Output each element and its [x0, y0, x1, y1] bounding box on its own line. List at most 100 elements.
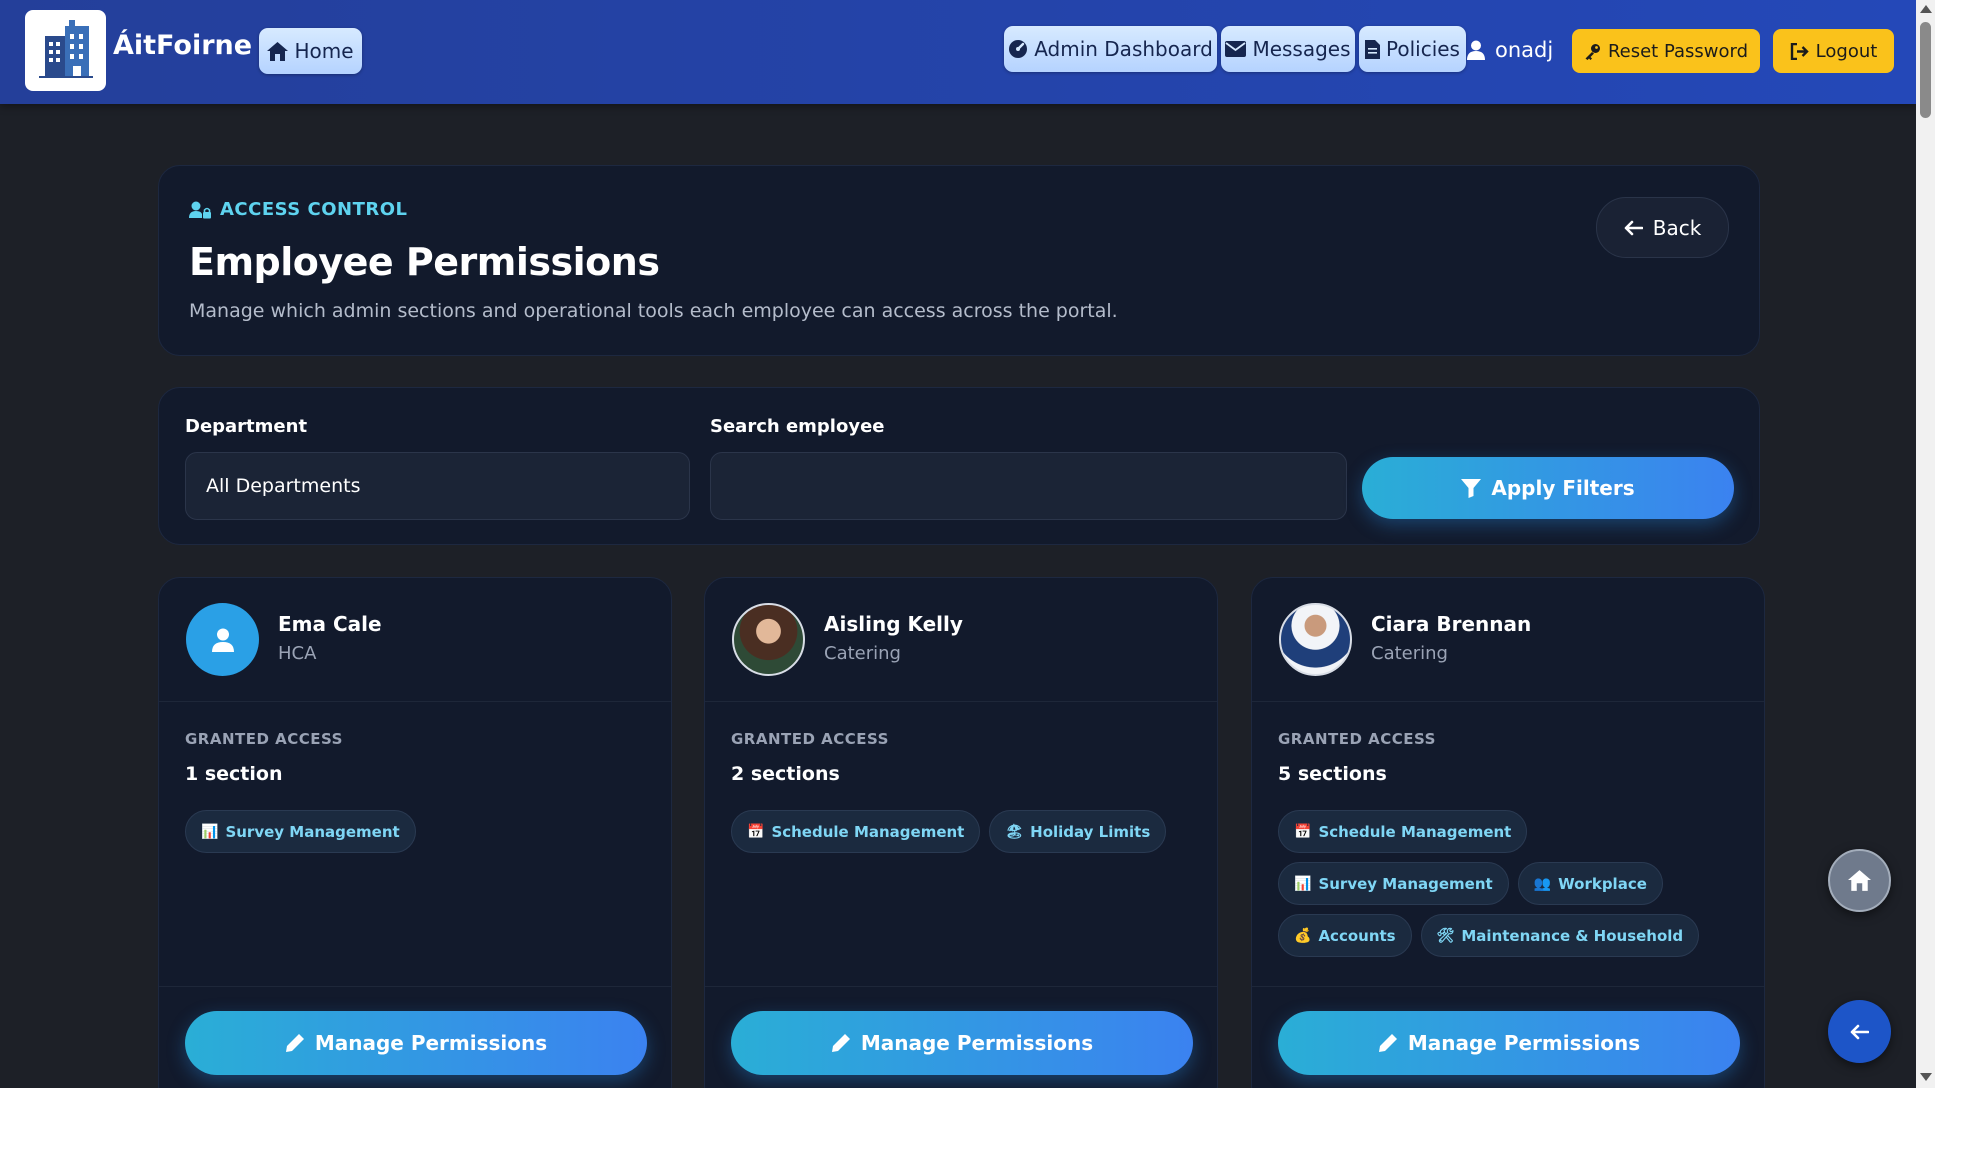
- home-icon: [267, 41, 289, 61]
- access-tag: 🏖 Holiday Limits: [989, 810, 1167, 853]
- access-tag-label: Schedule Management: [1318, 822, 1512, 841]
- scroll-up-arrow[interactable]: [1920, 5, 1932, 13]
- employee-department: Catering: [824, 643, 901, 664]
- employee-card: Ema Cale HCA GRANTED ACCESS 1 section 📊 …: [158, 577, 672, 1088]
- scroll-down-arrow[interactable]: [1920, 1073, 1932, 1081]
- page-title: Employee Permissions: [189, 240, 660, 284]
- top-navbar: ÁitFoirne Home Admin Dashboard Messages …: [0, 0, 1916, 104]
- money-bag-icon: 💰: [1294, 927, 1312, 944]
- home-link-label: Home: [294, 39, 354, 63]
- granted-count: 2 sections: [731, 763, 840, 785]
- user-icon: [1467, 40, 1485, 60]
- user-icon: [211, 628, 234, 652]
- divider: [159, 986, 671, 987]
- calendar-icon: 📅: [747, 823, 765, 840]
- pencil-icon: [831, 1034, 850, 1052]
- floating-back-button[interactable]: [1828, 1000, 1891, 1063]
- logout-icon: [1790, 42, 1809, 60]
- scrollbar[interactable]: [1916, 0, 1935, 1088]
- username: onadj: [1495, 38, 1554, 62]
- access-tag-label: Maintenance & Household: [1461, 926, 1684, 945]
- admin-dashboard-link[interactable]: Admin Dashboard: [1004, 26, 1217, 72]
- document-icon: [1365, 39, 1380, 59]
- policies-label: Policies: [1386, 37, 1460, 61]
- access-tags: 📊 Survey Management: [185, 810, 655, 853]
- avatar: [1279, 603, 1352, 676]
- policies-link[interactable]: Policies: [1359, 26, 1466, 72]
- access-tag: 💰 Accounts: [1278, 914, 1412, 957]
- access-tag: 📅 Schedule Management: [731, 810, 981, 853]
- divider: [1252, 701, 1764, 702]
- granted-count: 1 section: [185, 763, 283, 785]
- access-tag-label: Survey Management: [225, 822, 400, 841]
- reset-password-label: Reset Password: [1607, 40, 1749, 62]
- logout-label: Logout: [1815, 40, 1878, 62]
- filter-bar: Department All Departments Search employ…: [158, 387, 1760, 545]
- granted-access-label: GRANTED ACCESS: [185, 730, 343, 748]
- user-menu[interactable]: onadj: [1467, 38, 1553, 62]
- messages-label: Messages: [1252, 37, 1351, 61]
- department-select[interactable]: All Departments: [185, 452, 690, 520]
- scrollbar-thumb[interactable]: [1920, 22, 1931, 118]
- bar-chart-icon: 📊: [1294, 875, 1312, 892]
- search-label: Search employee: [710, 416, 885, 437]
- employee-card: Aisling Kelly Catering GRANTED ACCESS 2 …: [704, 577, 1218, 1088]
- messages-link[interactable]: Messages: [1221, 26, 1355, 72]
- back-button[interactable]: Back: [1596, 197, 1729, 258]
- reset-password-button[interactable]: Reset Password: [1572, 29, 1760, 73]
- floating-home-button[interactable]: [1828, 849, 1891, 912]
- manage-permissions-button[interactable]: Manage Permissions: [185, 1011, 647, 1075]
- employee-name: Aisling Kelly: [824, 612, 963, 636]
- granted-access-label: GRANTED ACCESS: [1278, 730, 1436, 748]
- admin-dashboard-label: Admin Dashboard: [1034, 37, 1213, 61]
- access-tags: 📅 Schedule Management 📊 Survey Managemen…: [1278, 810, 1748, 957]
- home-link[interactable]: Home: [259, 28, 362, 74]
- access-tag-label: Workplace: [1558, 874, 1647, 893]
- access-tag: 👥 Workplace: [1517, 862, 1663, 905]
- search-employee-input[interactable]: [710, 452, 1347, 520]
- brand-name[interactable]: ÁitFoirne: [113, 30, 252, 61]
- access-tag-label: Survey Management: [1318, 874, 1493, 893]
- logout-button[interactable]: Logout: [1773, 29, 1894, 73]
- employee-department: Catering: [1371, 643, 1448, 664]
- pencil-icon: [1378, 1034, 1397, 1052]
- manage-permissions-label: Manage Permissions: [314, 1031, 548, 1055]
- access-tag: 📊 Survey Management: [185, 810, 416, 853]
- section-eyebrow: ACCESS CONTROL: [189, 199, 408, 220]
- access-tag-label: Schedule Management: [771, 822, 965, 841]
- brand-logo[interactable]: [25, 10, 106, 91]
- employee-department: HCA: [278, 643, 317, 664]
- key-icon: [1585, 43, 1600, 60]
- arrow-left-icon: [1850, 1024, 1869, 1039]
- granted-count: 5 sections: [1278, 763, 1387, 785]
- divider: [1252, 986, 1764, 987]
- avatar: [732, 603, 805, 676]
- page-header: ACCESS CONTROL Employee Permissions Mana…: [158, 165, 1760, 356]
- user-lock-icon: [189, 201, 211, 218]
- people-icon: 👥: [1533, 875, 1552, 892]
- access-tag-label: Holiday Limits: [1030, 822, 1151, 841]
- employee-card: Ciara Brennan Catering GRANTED ACCESS 5 …: [1251, 577, 1765, 1088]
- page-subtitle: Manage which admin sections and operatio…: [189, 300, 1118, 322]
- tools-icon: 🛠: [1436, 927, 1455, 944]
- pencil-icon: [285, 1034, 304, 1052]
- manage-permissions-button[interactable]: Manage Permissions: [731, 1011, 1193, 1075]
- access-tag-label: Accounts: [1318, 926, 1396, 945]
- arrow-left-icon: [1624, 220, 1643, 235]
- access-tag: 📊 Survey Management: [1278, 862, 1509, 905]
- employee-name: Ciara Brennan: [1371, 612, 1532, 636]
- manage-permissions-label: Manage Permissions: [1407, 1031, 1641, 1055]
- beach-icon: 🏖: [1005, 823, 1024, 840]
- divider: [705, 986, 1217, 987]
- gauge-icon: [1009, 40, 1028, 58]
- avatar: [186, 603, 259, 676]
- envelope-icon: [1225, 41, 1247, 57]
- manage-permissions-button[interactable]: Manage Permissions: [1278, 1011, 1740, 1075]
- access-tag: 🛠 Maintenance & Household: [1420, 914, 1700, 957]
- employee-name: Ema Cale: [278, 612, 382, 636]
- apply-filters-button[interactable]: Apply Filters: [1362, 457, 1734, 519]
- divider: [159, 701, 671, 702]
- manage-permissions-label: Manage Permissions: [860, 1031, 1094, 1055]
- divider: [705, 701, 1217, 702]
- granted-access-label: GRANTED ACCESS: [731, 730, 889, 748]
